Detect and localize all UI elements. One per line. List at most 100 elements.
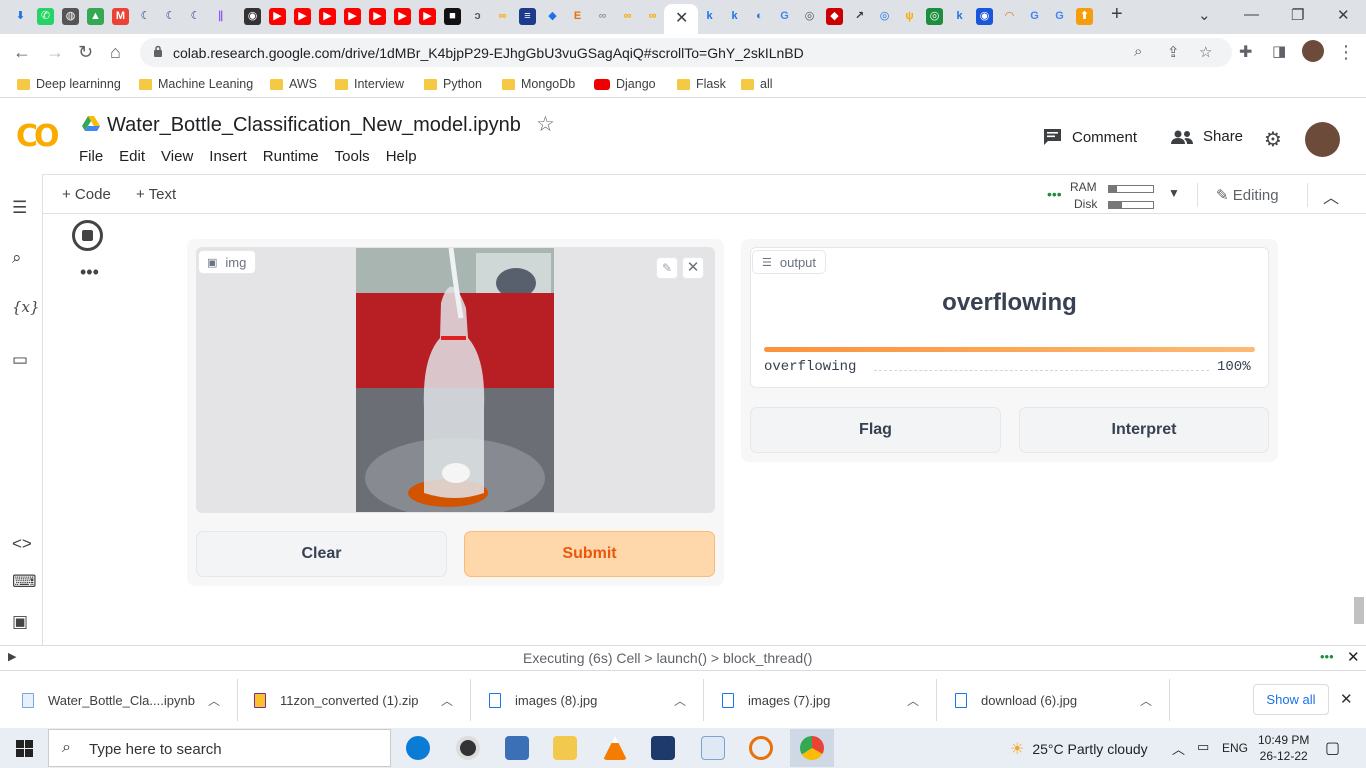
close-shelf-icon[interactable]: ✕: [1340, 690, 1353, 708]
tab-icon[interactable]: k: [726, 8, 743, 25]
close-status-icon[interactable]: ✕: [1347, 648, 1360, 666]
bookmark-folder[interactable]: Deep learninng: [17, 76, 121, 92]
files-folder-icon[interactable]: ▭: [12, 350, 28, 370]
code-snippets-icon[interactable]: <>: [12, 534, 32, 554]
bookmark-folder[interactable]: all: [741, 76, 773, 92]
collapse-header-icon[interactable]: ︿: [1323, 184, 1339, 208]
download-item[interactable]: images (8).jpg ︿: [489, 671, 694, 729]
youtube-tab-icon[interactable]: ▶: [344, 8, 361, 25]
share-page-icon[interactable]: ⇪: [1167, 43, 1180, 61]
youtube-tab-icon[interactable]: ▶: [419, 8, 436, 25]
forward-icon[interactable]: →: [46, 42, 64, 63]
profile-avatar[interactable]: [1302, 40, 1324, 62]
github-tab-icon[interactable]: ◉: [244, 8, 261, 25]
moon-tab-icon[interactable]: ☾: [162, 8, 179, 25]
ieee-tab-icon[interactable]: ≡: [519, 8, 536, 25]
youtube-tab-icon[interactable]: ▶: [394, 8, 411, 25]
language-indicator[interactable]: ENG: [1222, 741, 1248, 755]
bookmark-folder[interactable]: Interview: [335, 76, 404, 92]
network-icon[interactable]: ▭: [1197, 739, 1209, 755]
resource-monitor[interactable]: RAM Disk: [1070, 179, 1154, 213]
submit-button[interactable]: Submit: [464, 531, 715, 577]
side-panel-icon[interactable]: ◨: [1272, 42, 1286, 60]
editing-mode[interactable]: ✎ Editing: [1216, 186, 1279, 204]
zoom-icon[interactable]: ⌕: [1134, 43, 1142, 60]
download-item[interactable]: Water_Bottle_Cla....ipynb ︿: [22, 671, 227, 729]
search-icon[interactable]: ⌕: [12, 248, 22, 268]
drive-tab-icon[interactable]: ▲: [87, 8, 104, 25]
bookmark-folder[interactable]: AWS: [270, 76, 317, 92]
colab-tab-icon[interactable]: ∞: [494, 8, 511, 25]
notebook-title[interactable]: Water_Bottle_Classification_New_model.ip…: [107, 114, 521, 137]
menu-tools[interactable]: Tools: [335, 148, 370, 165]
app-icon[interactable]: [651, 736, 675, 760]
menu-file[interactable]: File: [79, 148, 103, 165]
whatsapp-tab-icon[interactable]: ✆: [37, 8, 54, 25]
menu-insert[interactable]: Insert: [209, 148, 247, 165]
globe-tab-icon[interactable]: ◍: [62, 8, 79, 25]
windows-start-icon[interactable]: [16, 740, 33, 757]
tab-icon[interactable]: ◉: [976, 8, 993, 25]
jupyter-app-icon[interactable]: [749, 736, 773, 760]
bookmark-link[interactable]: Django: [594, 76, 656, 92]
tab-icon[interactable]: ↗: [851, 8, 868, 25]
tab-icon[interactable]: ◆: [544, 8, 561, 25]
menu-help[interactable]: Help: [386, 148, 417, 165]
tab-icon[interactable]: ∥: [212, 8, 229, 25]
flag-button[interactable]: Flag: [750, 407, 1001, 453]
tab-icon[interactable]: ↄ: [469, 8, 486, 25]
colab-tab-icon[interactable]: ∞: [594, 8, 611, 25]
command-palette-icon[interactable]: ⌨: [12, 572, 37, 592]
notifications-icon[interactable]: ▢: [1325, 738, 1340, 758]
bookmark-star-icon[interactable]: ☆: [1199, 43, 1212, 61]
tab-icon[interactable]: k: [701, 8, 718, 25]
google-tab-icon[interactable]: G: [776, 8, 793, 25]
home-icon[interactable]: ⌂: [110, 42, 121, 63]
menu-view[interactable]: View: [161, 148, 193, 165]
youtube-tab-icon[interactable]: ▶: [269, 8, 286, 25]
download-icon[interactable]: ⬇: [12, 8, 29, 25]
comment-button[interactable]: Comment: [1043, 128, 1137, 146]
tab-icon[interactable]: ◆: [826, 8, 843, 25]
star-icon[interactable]: ☆: [536, 112, 555, 137]
interpret-button[interactable]: Interpret: [1019, 407, 1269, 453]
restore-icon[interactable]: ❐: [1291, 6, 1304, 24]
tab-icon[interactable]: ◐: [751, 8, 768, 25]
weather-widget[interactable]: ☀ 25°C Partly cloudy: [1010, 739, 1148, 759]
variables-icon[interactable]: {x}: [12, 298, 40, 316]
drive-icon[interactable]: [82, 116, 100, 132]
tab-icon[interactable]: ⬆: [1076, 8, 1093, 25]
google-tab-icon[interactable]: G: [1051, 8, 1068, 25]
tab-icon[interactable]: E: [569, 8, 586, 25]
colab-tab-icon[interactable]: ∞: [619, 8, 636, 25]
edit-image-icon[interactable]: ✎: [656, 257, 678, 279]
chevron-up-icon[interactable]: ︿: [208, 692, 220, 709]
new-tab-icon[interactable]: +: [1111, 3, 1123, 26]
bookmark-folder[interactable]: Python: [424, 76, 482, 92]
stop-execution-button[interactable]: [72, 220, 103, 251]
table-of-contents-icon[interactable]: ☰: [12, 198, 27, 218]
google-tab-icon[interactable]: G: [1026, 8, 1043, 25]
moon-tab-icon[interactable]: ☾: [137, 8, 154, 25]
bookmark-folder[interactable]: MongoDb: [502, 76, 575, 92]
taskbar-search[interactable]: ⌕ Type here to search: [48, 729, 391, 767]
settings-gear-icon[interactable]: ⚙: [1264, 127, 1282, 152]
tab-icon[interactable]: k: [951, 8, 968, 25]
tab-icon[interactable]: ψ: [901, 8, 918, 25]
vlc-app-icon[interactable]: [603, 736, 627, 760]
chevron-up-icon[interactable]: ︿: [441, 692, 453, 709]
active-tab[interactable]: ✕: [664, 4, 698, 34]
tab-icon[interactable]: ◎: [926, 8, 943, 25]
menu-edit[interactable]: Edit: [119, 148, 145, 165]
clear-button[interactable]: Clear: [196, 531, 447, 577]
expand-status-icon[interactable]: ▶: [8, 650, 16, 663]
tab-search-icon[interactable]: ⌄: [1198, 6, 1211, 24]
close-window-icon[interactable]: ✕: [1337, 6, 1350, 24]
chevron-up-icon[interactable]: ︿: [1140, 692, 1152, 709]
tab-icon[interactable]: ◠: [1001, 8, 1018, 25]
url-text[interactable]: colab.research.google.com/drive/1dMBr_K4…: [173, 45, 804, 61]
download-item[interactable]: images (7).jpg ︿: [722, 671, 927, 729]
tray-chevron-icon[interactable]: ︿: [1172, 739, 1185, 758]
download-item[interactable]: download (6).jpg ︿: [955, 671, 1160, 729]
chrome-menu-icon[interactable]: ⋮: [1337, 42, 1355, 63]
